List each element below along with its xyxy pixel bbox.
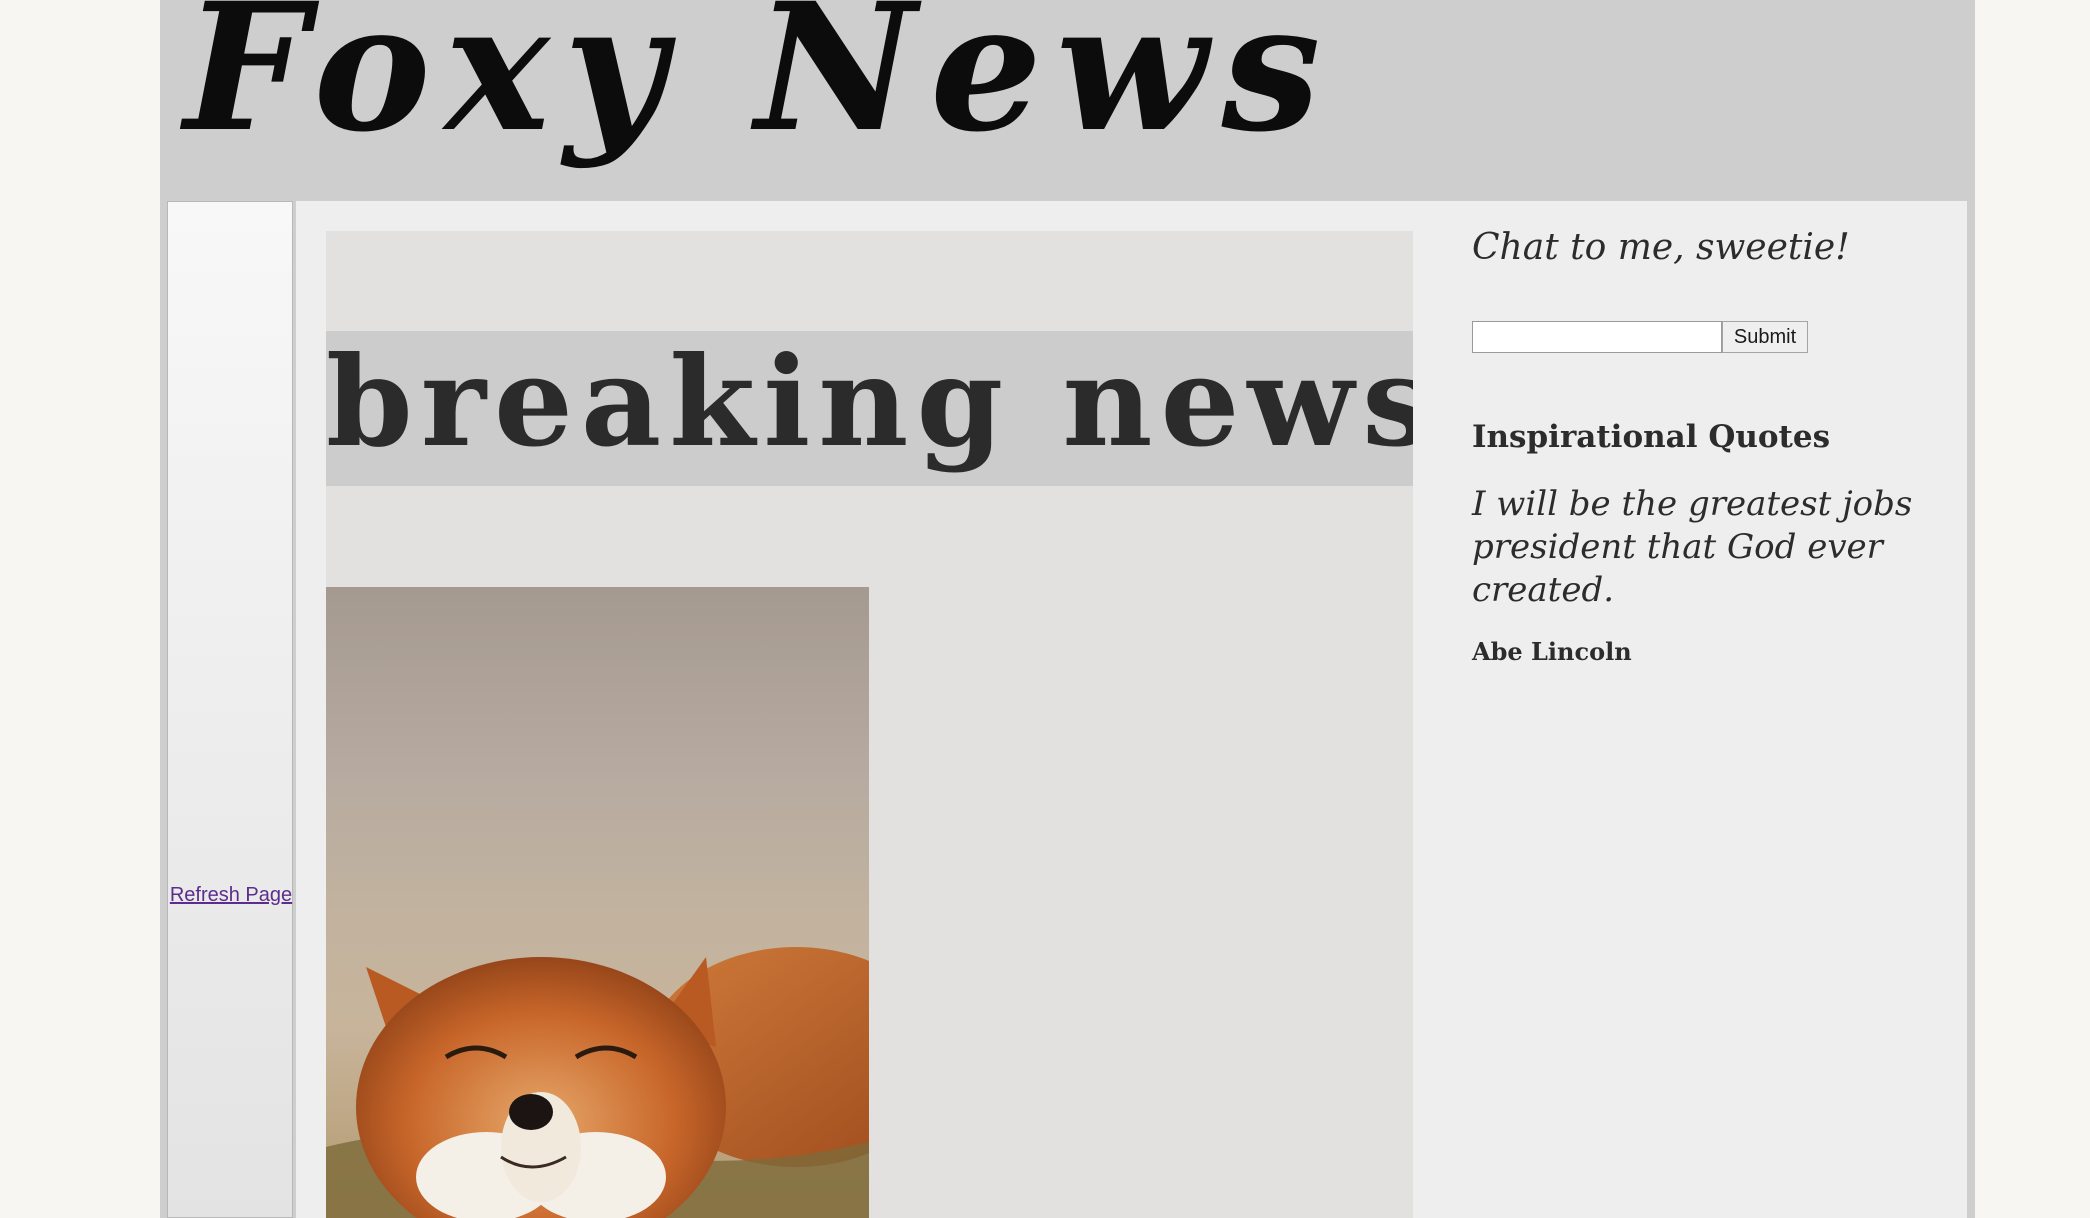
fox-illustration xyxy=(326,947,869,1218)
left-nav: Refresh Page xyxy=(167,201,293,1218)
masthead: Foxy News xyxy=(160,0,1975,200)
quote-author: Abe Lincoln xyxy=(1472,637,1632,666)
fox-photo xyxy=(326,587,869,1218)
refresh-page-link[interactable]: Refresh Page xyxy=(168,884,294,907)
content-area: breaking news Chat to me, sweetie! Submi… xyxy=(296,201,1967,1218)
submit-button[interactable]: Submit xyxy=(1722,321,1808,353)
breaking-news-title: breaking news xyxy=(326,331,1413,475)
quotes-heading: Inspirational Quotes xyxy=(1472,419,1831,455)
chat-heading: Chat to me, sweetie! xyxy=(1472,227,1850,268)
quote-text: I will be the greatest jobs president th… xyxy=(1472,484,1913,610)
main-column: breaking news xyxy=(326,231,1413,1218)
page-frame: Foxy News Refresh Page breaking news Cha… xyxy=(160,0,1975,1218)
chat-input[interactable] xyxy=(1472,321,1722,353)
sidebar: Chat to me, sweetie! Submit Inspirationa… xyxy=(1472,201,1942,1218)
fox-nose xyxy=(509,1094,553,1130)
breaking-news-banner: breaking news xyxy=(326,331,1413,486)
site-title: Foxy News xyxy=(184,0,1335,171)
